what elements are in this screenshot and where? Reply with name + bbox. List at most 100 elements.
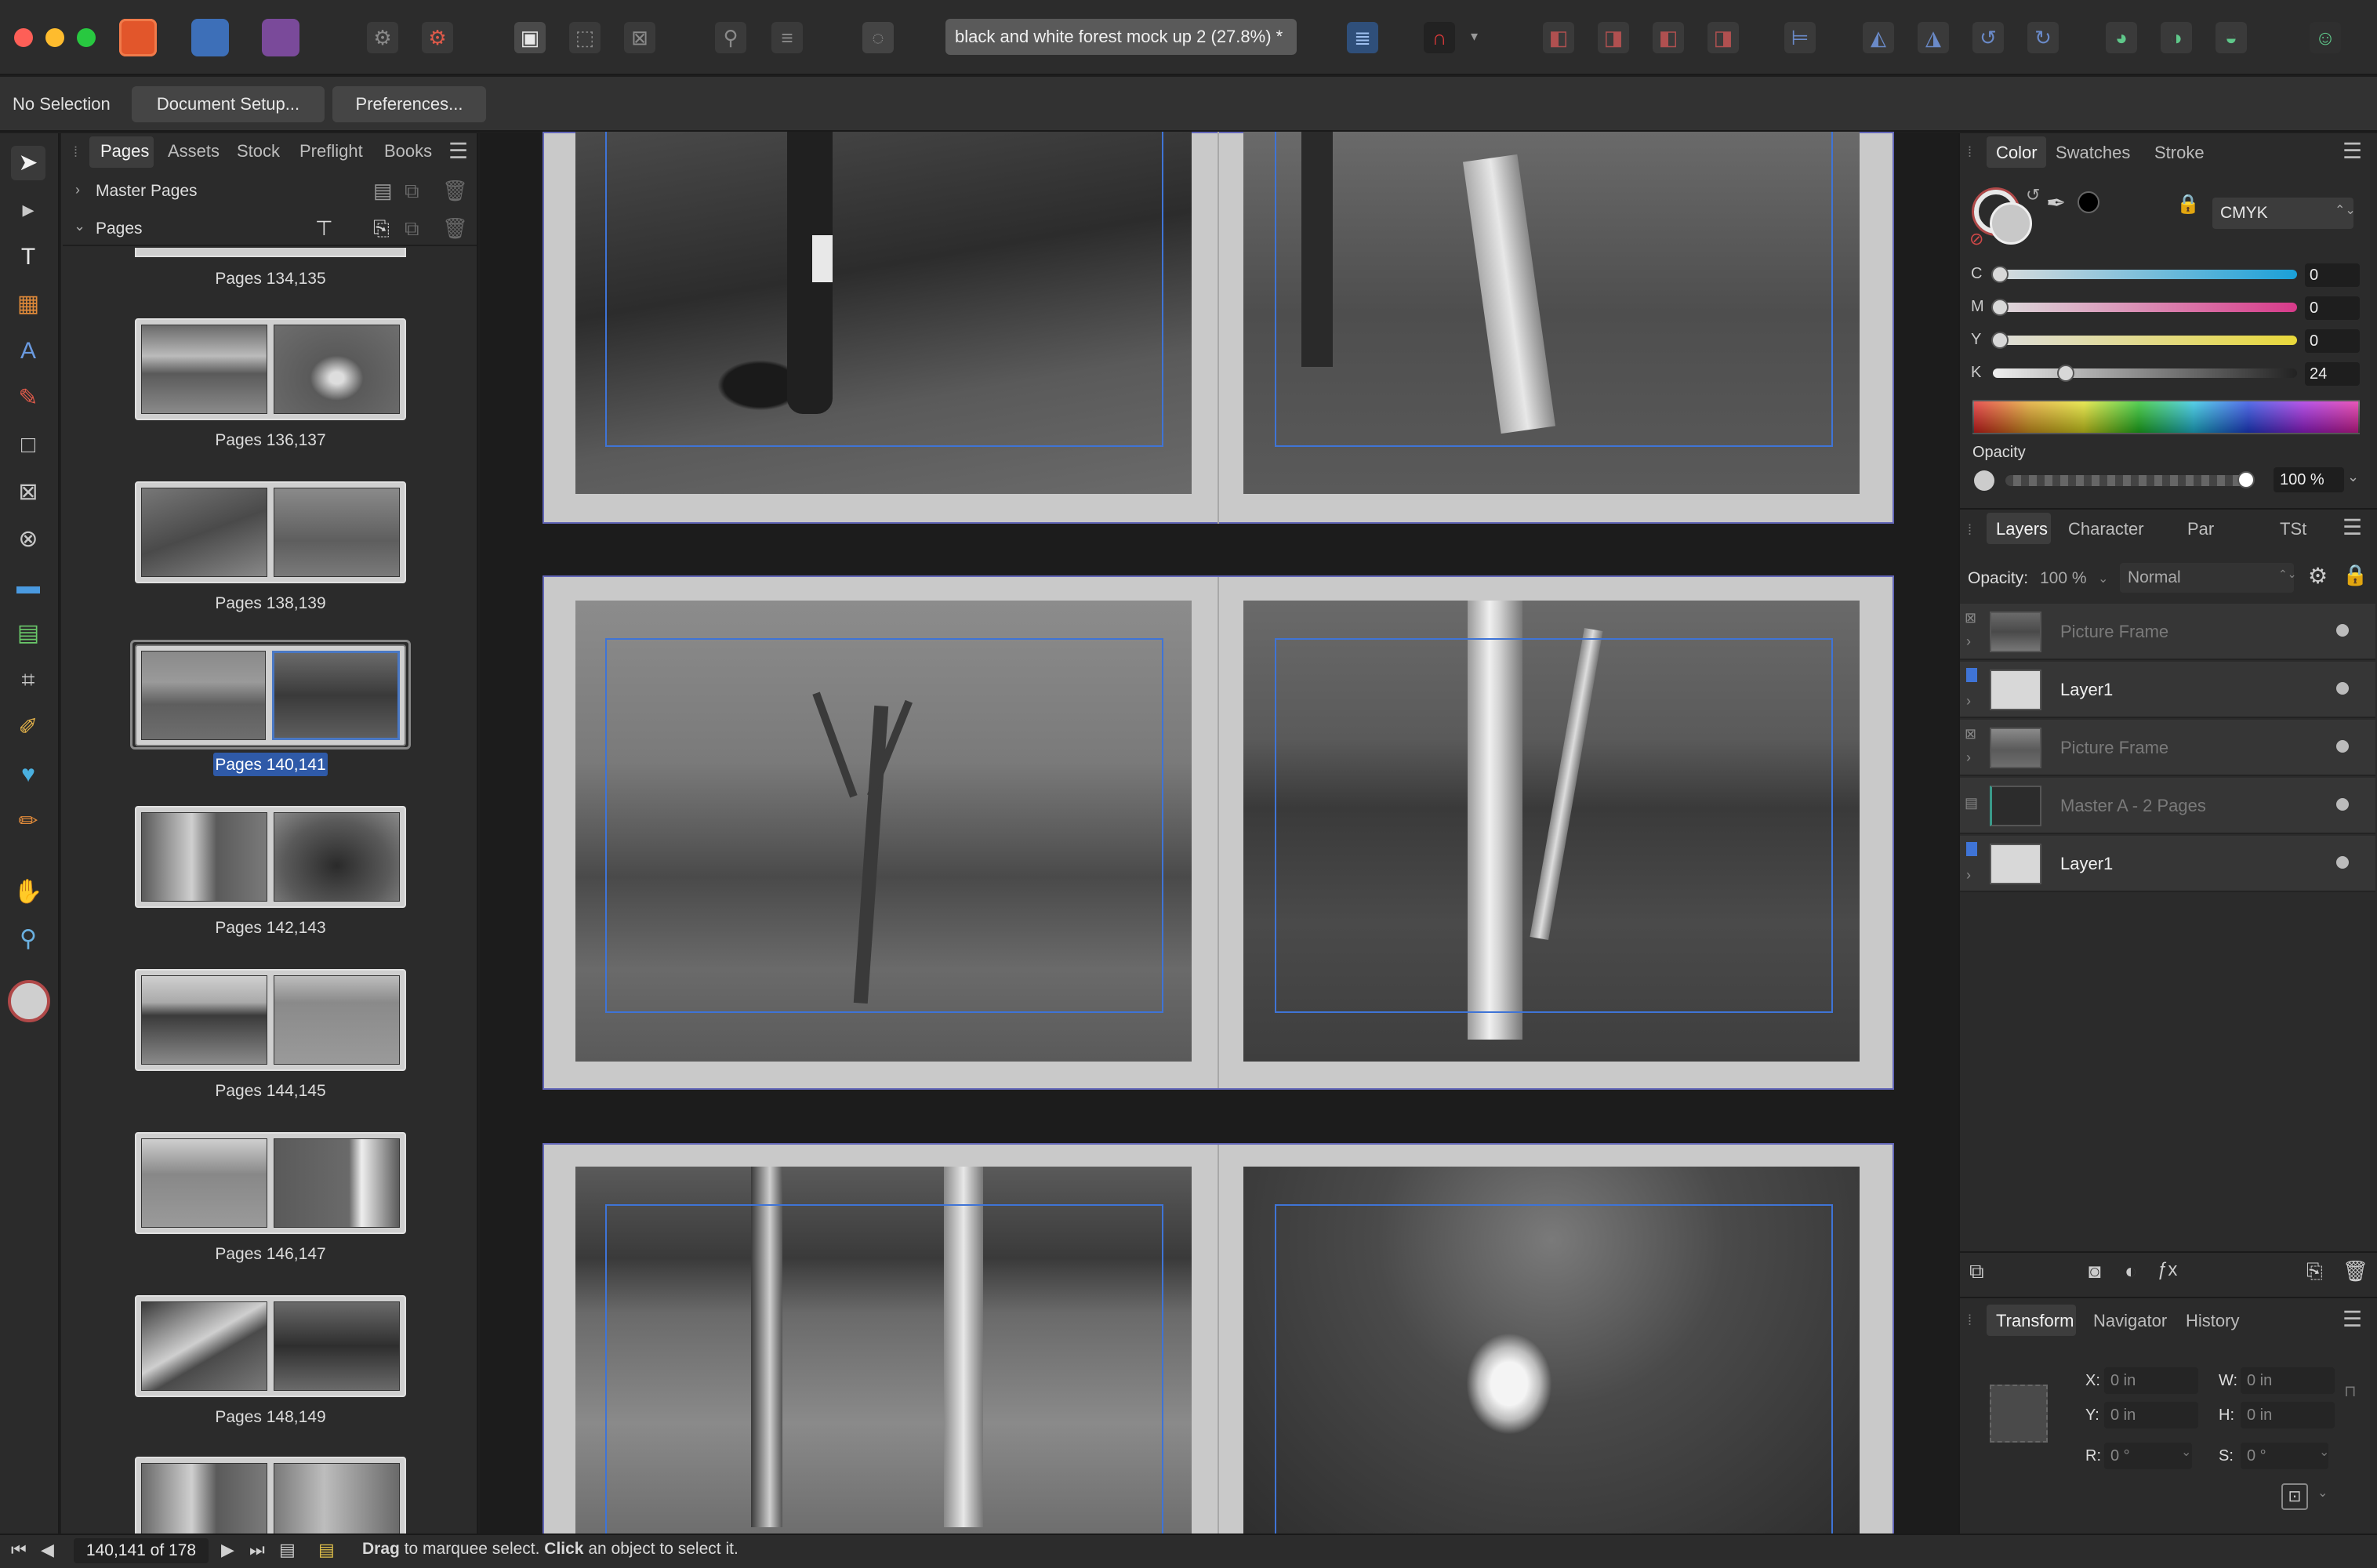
picture-frame-tool-icon[interactable]: ⊠ <box>11 475 45 510</box>
previous-page-icon[interactable]: ◀ <box>41 1540 54 1560</box>
snapping-magnet-icon[interactable]: ∩ <box>1424 22 1455 53</box>
lock-icon[interactable]: 🔒 <box>2176 193 2200 216</box>
channel-y-value[interactable]: 0 <box>2305 329 2360 353</box>
spread-thumbnail[interactable] <box>135 1132 406 1234</box>
layer-settings-gear-icon[interactable]: ⚙ <box>2308 563 2328 589</box>
text-flow-icon[interactable]: ≡ <box>771 22 803 53</box>
normal-view-icon[interactable]: ▣ <box>514 22 546 53</box>
spread-thumbnail-selected[interactable] <box>135 644 406 746</box>
tab-stroke[interactable]: Stroke <box>2154 143 2205 163</box>
duplicate-master-icon[interactable]: ⧉ <box>405 179 419 204</box>
expand-chevron-right-icon[interactable]: › <box>1966 750 1971 766</box>
page-sort-icon[interactable]: ⊤ <box>315 216 333 241</box>
bleed-view-icon[interactable]: ⬚ <box>569 22 601 53</box>
publisher-persona-icon[interactable] <box>119 19 157 56</box>
add-layer-icon[interactable]: ⎘ <box>2306 1259 2323 1284</box>
layer-lock-icon[interactable]: 🔒 <box>2343 563 2368 587</box>
flip-vertical-icon[interactable]: ◮ <box>1918 22 1949 53</box>
zoom-window-button[interactable] <box>77 28 96 47</box>
preview-mode-icon[interactable]: ◌ <box>862 22 894 53</box>
color-picker-tool-icon[interactable]: ♥ <box>11 757 45 792</box>
channel-k-value[interactable]: 24 <box>2305 362 2360 386</box>
layer-name[interactable]: Master A - 2 Pages <box>2060 778 2206 834</box>
tab-history[interactable]: History <box>2186 1311 2239 1331</box>
delete-layer-icon[interactable]: 🗑 <box>2343 1259 2368 1283</box>
tab-layers[interactable]: Layers <box>1996 519 2048 539</box>
layer-visibility-dot[interactable] <box>2336 856 2349 869</box>
layer-name[interactable]: Layer1 <box>2060 662 2113 718</box>
layer-opacity-chevron-icon[interactable]: ⌄ <box>2098 571 2108 586</box>
tab-assets[interactable]: Assets <box>168 141 220 162</box>
blend-mode-select[interactable]: Normal <box>2120 563 2294 593</box>
photo-persona-icon[interactable] <box>262 19 299 56</box>
flip-horizontal-icon[interactable]: ◭ <box>1863 22 1894 53</box>
next-page-icon[interactable]: ▶ <box>221 1540 234 1560</box>
layer-opacity-value[interactable]: 100 % <box>2040 569 2087 588</box>
node-tool-icon[interactable]: ▸ <box>11 193 45 227</box>
add-mask-icon[interactable]: ◙ <box>2088 1259 2101 1283</box>
rotate-right-icon[interactable]: ↻ <box>2027 22 2059 53</box>
rotate-left-icon[interactable]: ↺ <box>1972 22 2004 53</box>
panel-grip-icon[interactable]: ⁞ <box>1968 522 1972 539</box>
eyedropper-icon[interactable]: ✒ <box>2046 190 2066 217</box>
text-wrap-icon[interactable]: ≣ <box>1347 22 1378 53</box>
channel-c-value[interactable]: 0 <box>2305 263 2360 287</box>
spread-thumbnail[interactable] <box>135 806 406 908</box>
pen-tool-icon[interactable]: ✎ <box>11 381 45 416</box>
panel-grip-icon[interactable]: ⁞ <box>1968 1312 1972 1329</box>
spread-thumbnail[interactable] <box>135 481 406 583</box>
transparency-tool-icon[interactable]: ✐ <box>11 710 45 745</box>
color-panel-menu-icon[interactable]: ☰ <box>2343 138 2362 164</box>
x-input[interactable]: 0 in <box>2104 1367 2198 1394</box>
rectangle-tool-icon[interactable]: □ <box>11 428 45 463</box>
tab-preflight[interactable]: Preflight <box>299 141 363 162</box>
place-image-tool-icon[interactable]: ▬ <box>11 569 45 604</box>
channel-c-slider[interactable] <box>1993 270 2297 279</box>
panel-grip-icon[interactable]: ⁞ <box>74 144 78 161</box>
trimmed-view-icon[interactable]: ⊠ <box>624 22 655 53</box>
spread-thumbnail[interactable] <box>135 248 406 257</box>
layer-visibility-dot[interactable] <box>2336 682 2349 695</box>
master-page-icon[interactable]: ▤ <box>279 1540 296 1560</box>
opacity-knob[interactable] <box>2237 471 2255 488</box>
shear-chevron-down-icon[interactable]: ⌄ <box>2319 1444 2329 1460</box>
last-page-icon[interactable]: ⏭ <box>249 1540 265 1560</box>
channel-k-knob[interactable] <box>2057 365 2075 382</box>
settings-gear-icon[interactable]: ⚙ <box>367 22 398 53</box>
close-window-button[interactable] <box>14 28 33 47</box>
pencil-tool-icon[interactable]: ✏ <box>11 804 45 839</box>
layer-name[interactable]: Picture Frame <box>2060 720 2168 776</box>
spread-thumbnail[interactable] <box>135 1295 406 1397</box>
spread-thumbnail[interactable] <box>135 1457 406 1543</box>
tab-transform[interactable]: Transform <box>1996 1311 2074 1331</box>
panel-menu-icon[interactable]: ☰ <box>448 138 468 164</box>
no-color-icon[interactable]: ⊘ <box>1969 229 1983 249</box>
delete-page-icon[interactable]: 🗑 <box>442 216 468 241</box>
crop-tool-icon[interactable]: ⌗ <box>11 663 45 698</box>
expand-chevron-right-icon[interactable]: › <box>1966 693 1971 710</box>
move-forward-one-icon[interactable]: ◧ <box>1653 22 1684 53</box>
tab-text-styles[interactable]: TSt <box>2280 519 2306 539</box>
expand-chevron-right-icon[interactable]: › <box>1966 867 1971 884</box>
adjustment-icon[interactable]: ◐ <box>2125 1259 2137 1283</box>
channel-m-slider[interactable] <box>1993 303 2297 312</box>
y-input[interactable]: 0 in <box>2104 1402 2198 1428</box>
move-to-front-icon[interactable]: ◨ <box>1707 22 1739 53</box>
master-pages-header[interactable]: Master Pages <box>96 182 198 201</box>
expand-chevron-right-icon[interactable]: › <box>1966 633 1971 650</box>
preflight-icon[interactable]: ⚙ <box>422 22 453 53</box>
opacity-value[interactable]: 100 % <box>2274 467 2344 492</box>
transform-panel-menu-icon[interactable]: ☰ <box>2343 1306 2362 1332</box>
designer-persona-icon[interactable] <box>191 19 229 56</box>
layer-name[interactable]: Picture Frame <box>2060 604 2168 660</box>
snapping-options-chevron-down-icon[interactable]: ▾ <box>1471 28 1478 45</box>
move-to-back-icon[interactable]: ◧ <box>1543 22 1574 53</box>
spread-thumbnail[interactable] <box>135 969 406 1071</box>
boolean-intersect-icon[interactable]: ◒ <box>2216 22 2247 53</box>
arrange-layers-icon[interactable]: ⧉ <box>1969 1259 1984 1284</box>
tab-navigator[interactable]: Navigator <box>2093 1311 2167 1331</box>
channel-m-knob[interactable] <box>1991 299 2009 316</box>
ellipse-frame-tool-icon[interactable]: ⊗ <box>11 522 45 557</box>
duplicate-page-icon[interactable]: ⧉ <box>405 216 419 241</box>
tab-color[interactable]: Color <box>1996 143 2038 163</box>
